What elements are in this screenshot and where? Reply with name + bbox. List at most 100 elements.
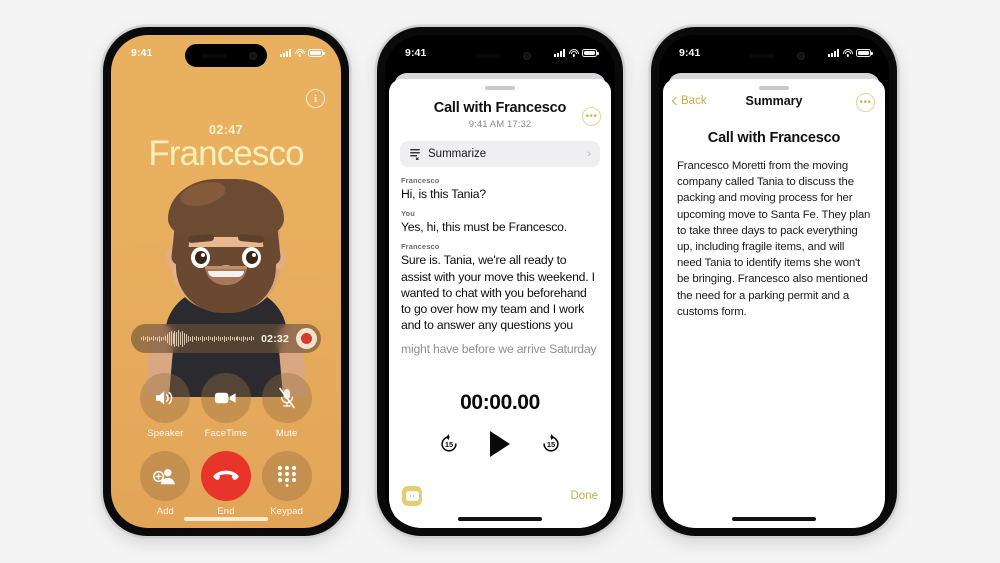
sheet-nav-bar: Back Summary ••• — [663, 86, 885, 118]
info-icon: i — [313, 92, 318, 105]
waveform-bar — [241, 336, 243, 341]
waveform-bar — [141, 337, 142, 340]
waveform-bar — [237, 336, 239, 341]
messages-button[interactable] — [402, 486, 422, 506]
waveform-bar — [144, 337, 146, 340]
transcript-speaker: You — [401, 209, 415, 219]
control-label: End — [217, 506, 235, 517]
waveform-bar — [231, 337, 233, 340]
control-add[interactable]: Add — [135, 451, 196, 517]
recording-elapsed: 02:32 — [261, 332, 289, 345]
waveform-bar — [184, 332, 185, 345]
call-controls-grid: Speaker FaceTime Mute Add End Keypad — [111, 373, 341, 517]
cellular-signal-icon — [280, 49, 291, 57]
waveform-bar — [150, 337, 152, 340]
microphone-slash-icon — [278, 387, 295, 409]
home-indicator[interactable] — [184, 516, 268, 521]
home-indicator[interactable] — [458, 516, 542, 521]
waveform-bar — [247, 336, 248, 341]
waveform-bar — [180, 332, 182, 345]
sheet-grabber[interactable] — [759, 86, 789, 90]
transcript-speaker: Francesco — [401, 176, 440, 185]
more-icon: ••• — [585, 110, 598, 122]
skip-back-15-button[interactable]: 15 — [438, 433, 460, 455]
waveform-bar — [213, 335, 215, 342]
keypad-button[interactable] — [261, 451, 312, 501]
audio-waveform — [141, 330, 254, 347]
summary-body: Francesco Moretti from the moving compan… — [677, 160, 871, 318]
waveform-bar — [205, 337, 207, 340]
transcript-entry: might have before we arrive Saturday — [401, 341, 599, 357]
waveform-bar — [164, 336, 166, 341]
facetime-button[interactable] — [200, 373, 251, 423]
waveform-bar — [192, 335, 193, 342]
waveform-bar — [223, 335, 225, 342]
control-end[interactable]: End — [196, 451, 257, 517]
earpiece-speaker-icon — [201, 53, 227, 58]
home-indicator[interactable] — [732, 516, 816, 521]
more-options-button[interactable]: ••• — [582, 107, 601, 126]
more-icon: ••• — [859, 96, 872, 108]
earpiece-speaker-icon — [749, 53, 775, 58]
summarize-row[interactable]: Summarize › — [400, 141, 600, 167]
call-info-button[interactable]: i — [306, 89, 325, 108]
speaker-button[interactable] — [140, 373, 191, 423]
skip-back-label: 15 — [444, 439, 454, 449]
waveform-bar — [219, 336, 221, 341]
summary-sheet: Back Summary ••• Call with Francesco Fra… — [663, 79, 885, 528]
message-bubble-icon — [405, 491, 419, 501]
waveform-bar — [229, 336, 231, 341]
play-button[interactable] — [490, 431, 510, 457]
skip-forward-15-button[interactable]: 15 — [540, 433, 562, 455]
waveform-bar — [235, 337, 237, 340]
control-mute[interactable]: Mute — [256, 373, 317, 439]
call-background: 9:41 i 02:47 Francesco 02:32 Speaker Fac… — [111, 35, 341, 528]
front-camera-icon — [249, 51, 257, 60]
mute-button[interactable] — [261, 373, 312, 423]
summary-title: Call with Francesco — [707, 130, 841, 146]
transcript-sheet: Call with Francesco 9:41 AM 17:32 ••• Su… — [389, 79, 611, 528]
summary-background: 9:41 Back Summary ••• Call with Francesc… — [659, 35, 889, 528]
player-elapsed: 00:00.00 — [460, 391, 540, 414]
phone2-screen: 9:41 Call with Francesco 9:41 AM 17:32 •… — [385, 35, 615, 528]
waveform-bar — [200, 337, 201, 340]
waveform-bar — [249, 337, 250, 340]
waveform-bar — [182, 330, 184, 347]
control-label: Mute — [275, 428, 298, 439]
sheet-grabber[interactable] — [485, 86, 515, 90]
call-recording-pill[interactable]: 02:32 — [131, 324, 321, 353]
waveform-bar — [160, 336, 162, 341]
sheet-subtitle: 9:41 AM 17:32 — [468, 119, 532, 130]
waveform-bar — [221, 337, 223, 340]
record-dot-icon — [301, 333, 312, 344]
waveform-bar — [168, 332, 170, 345]
video-camera-icon — [215, 392, 237, 404]
control-facetime[interactable]: FaceTime — [196, 373, 257, 439]
end-call-button[interactable] — [200, 451, 251, 501]
waveform-bar — [176, 331, 178, 346]
battery-icon — [582, 49, 599, 57]
phone-in-call: 9:41 i 02:47 Francesco 02:32 Speaker Fac… — [103, 27, 349, 536]
add-call-button[interactable] — [140, 451, 191, 501]
wifi-icon — [294, 49, 305, 57]
waveform-bar — [227, 337, 229, 340]
control-label: Keypad — [270, 506, 304, 517]
waveform-bar — [154, 337, 156, 340]
waveform-bar — [207, 336, 209, 341]
waveform-bar — [209, 337, 211, 340]
control-speaker[interactable]: Speaker — [135, 373, 196, 439]
waveform-bar — [215, 337, 217, 340]
control-keypad[interactable]: Keypad — [256, 451, 317, 517]
dynamic-island — [185, 44, 267, 67]
avatar-hair — [168, 179, 284, 237]
transcript-background: 9:41 Call with Francesco 9:41 AM 17:32 •… — [385, 35, 615, 528]
waveform-bar — [178, 330, 180, 347]
done-button[interactable]: Done — [571, 490, 599, 502]
end-call-icon — [213, 470, 239, 480]
waveform-bar — [194, 337, 195, 340]
avatar-eyebrow-right — [237, 233, 265, 244]
more-options-button[interactable]: ••• — [856, 93, 875, 112]
transcript-text: might have before we arrive Saturday — [401, 341, 597, 356]
stop-recording-button[interactable] — [296, 328, 317, 349]
waveform-bar — [251, 336, 252, 341]
